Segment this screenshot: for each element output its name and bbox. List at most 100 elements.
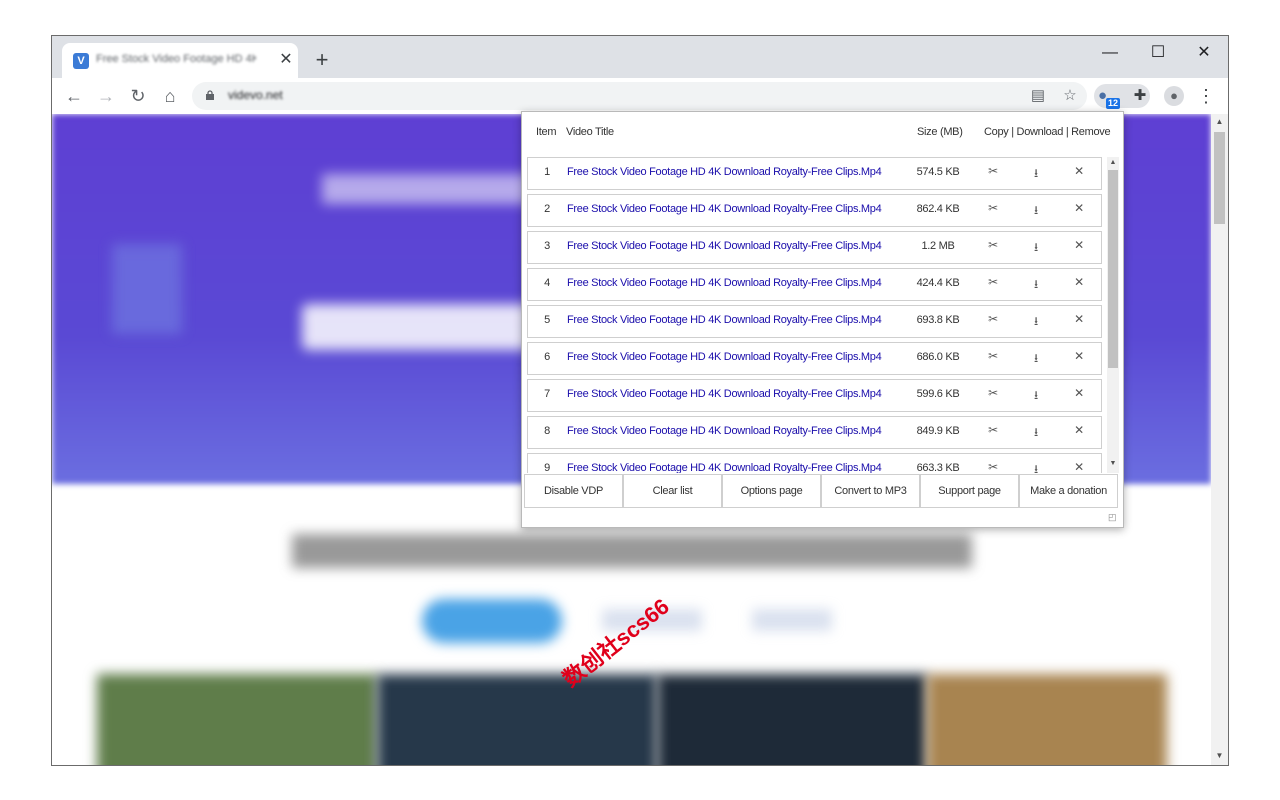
remove-x-icon[interactable]: ✕ <box>1069 164 1089 178</box>
copy-scissors-icon[interactable]: ✂ <box>983 201 1003 215</box>
row-number: 5 <box>544 314 550 326</box>
menu-kebab-icon[interactable]: ⋮ <box>1194 84 1218 108</box>
copy-scissors-icon[interactable]: ✂ <box>983 275 1003 289</box>
close-window-button[interactable]: ✕ <box>1184 41 1224 65</box>
minimize-button[interactable]: — <box>1090 41 1130 65</box>
video-row: 4 Free Stock Video Footage HD 4K Downloa… <box>527 268 1102 301</box>
remove-x-icon[interactable]: ✕ <box>1069 349 1089 363</box>
row-number: 1 <box>544 166 550 178</box>
remove-x-icon[interactable]: ✕ <box>1069 201 1089 215</box>
home-icon[interactable]: ⌂ <box>158 84 182 108</box>
new-tab-button[interactable]: + <box>310 49 334 73</box>
page-scrollbar[interactable]: ▲ ▼ <box>1211 114 1228 765</box>
video-title-link[interactable]: Free Stock Video Footage HD 4K Download … <box>567 277 882 289</box>
copy-scissors-icon[interactable]: ✂ <box>983 460 1003 473</box>
options-page-button[interactable]: Options page <box>722 474 821 508</box>
forward-arrow-icon[interactable]: → <box>94 84 118 108</box>
header-size: Size (MB) <box>917 126 963 138</box>
video-title-link[interactable]: Free Stock Video Footage HD 4K Download … <box>567 203 882 215</box>
lock-icon <box>206 90 214 100</box>
download-arrow-icon[interactable]: ⭳ <box>1026 238 1046 259</box>
list-scroll-thumb[interactable] <box>1108 170 1118 368</box>
download-arrow-icon[interactable]: ⭳ <box>1026 275 1046 296</box>
convert-to-mp3-button[interactable]: Convert to MP3 <box>821 474 920 508</box>
row-number: 6 <box>544 351 550 363</box>
scroll-down-icon[interactable]: ▼ <box>1214 751 1225 760</box>
remove-x-icon[interactable]: ✕ <box>1069 312 1089 326</box>
remove-x-icon[interactable]: ✕ <box>1069 275 1089 289</box>
thumbnail-blur-3 <box>657 674 927 765</box>
link-blur-2 <box>752 609 832 631</box>
header-item: Item <box>536 126 557 138</box>
header-actions: Copy | Download | Remove <box>984 126 1111 138</box>
row-number: 7 <box>544 388 550 400</box>
video-row: 8 Free Stock Video Footage HD 4K Downloa… <box>527 416 1102 449</box>
download-arrow-icon[interactable]: ⭳ <box>1026 349 1046 370</box>
list-scroll-up-icon[interactable]: ▲ <box>1107 159 1119 166</box>
tab-close-icon[interactable]: ✕ <box>276 50 296 70</box>
tab-title: Free Stock Video Footage HD 4K <box>96 53 256 65</box>
download-arrow-icon[interactable]: ⭳ <box>1026 423 1046 444</box>
reading-mode-icon[interactable]: ▤ <box>1026 84 1050 108</box>
copy-scissors-icon[interactable]: ✂ <box>983 312 1003 326</box>
list-scroll-down-icon[interactable]: ▼ <box>1107 460 1119 467</box>
video-title-link[interactable]: Free Stock Video Footage HD 4K Download … <box>567 425 882 437</box>
copy-scissors-icon[interactable]: ✂ <box>983 386 1003 400</box>
copy-scissors-icon[interactable]: ✂ <box>983 349 1003 363</box>
primary-button-blur <box>422 599 562 643</box>
copy-scissors-icon[interactable]: ✂ <box>983 423 1003 437</box>
video-downloader-popup: Item Video Title Size (MB) Copy | Downlo… <box>521 111 1124 528</box>
page-scroll-thumb[interactable] <box>1214 132 1225 224</box>
row-number: 4 <box>544 277 550 289</box>
video-title-link[interactable]: Free Stock Video Footage HD 4K Download … <box>567 462 882 473</box>
download-arrow-icon[interactable]: ⭳ <box>1026 460 1046 473</box>
video-row: 6 Free Stock Video Footage HD 4K Downloa… <box>527 342 1102 375</box>
extension-badge: 12 <box>1106 98 1121 109</box>
make-donation-button[interactable]: Make a donation <box>1019 474 1118 508</box>
row-size: 663.3 KB <box>916 462 960 473</box>
address-bar[interactable]: videvo.net <box>192 82 1087 110</box>
back-arrow-icon[interactable]: ← <box>62 84 86 108</box>
row-number: 8 <box>544 425 550 437</box>
browser-tab[interactable]: V Free Stock Video Footage HD 4K ✕ <box>62 43 298 78</box>
download-arrow-icon[interactable]: ⭳ <box>1026 164 1046 185</box>
download-arrow-icon[interactable]: ⭳ <box>1026 386 1046 407</box>
maximize-button[interactable]: ☐ <box>1138 41 1178 65</box>
video-list: 1 Free Stock Video Footage HD 4K Downloa… <box>526 157 1106 473</box>
row-size: 849.9 KB <box>916 425 960 437</box>
copy-scissors-icon[interactable]: ✂ <box>983 164 1003 178</box>
remove-x-icon[interactable]: ✕ <box>1069 460 1089 473</box>
remove-x-icon[interactable]: ✕ <box>1069 423 1089 437</box>
video-title-link[interactable]: Free Stock Video Footage HD 4K Download … <box>567 240 882 252</box>
download-arrow-icon[interactable]: ⭳ <box>1026 312 1046 333</box>
row-size: 686.0 KB <box>916 351 960 363</box>
video-title-link[interactable]: Free Stock Video Footage HD 4K Download … <box>567 166 882 178</box>
video-title-link[interactable]: Free Stock Video Footage HD 4K Download … <box>567 388 882 400</box>
scroll-up-icon[interactable]: ▲ <box>1214 117 1225 126</box>
row-size: 862.4 KB <box>916 203 960 215</box>
remove-x-icon[interactable]: ✕ <box>1069 386 1089 400</box>
bookmark-star-icon[interactable]: ☆ <box>1058 84 1082 108</box>
popup-button-bar: Disable VDP Clear list Options page Conv… <box>524 474 1121 508</box>
copy-scissors-icon[interactable]: ✂ <box>983 238 1003 252</box>
section-heading-blur <box>292 534 972 568</box>
extensions-puzzle-icon[interactable]: ✚ <box>1128 84 1152 108</box>
reload-icon[interactable]: ↻ <box>126 84 150 108</box>
video-title-link[interactable]: Free Stock Video Footage HD 4K Download … <box>567 351 882 363</box>
download-arrow-icon[interactable]: ⭳ <box>1026 201 1046 222</box>
video-title-link[interactable]: Free Stock Video Footage HD 4K Download … <box>567 314 882 326</box>
site-favicon-icon: V <box>73 53 89 69</box>
resize-handle-icon[interactable]: ◰ <box>1108 512 1117 522</box>
video-row: 2 Free Stock Video Footage HD 4K Downloa… <box>527 194 1102 227</box>
search-box-blur <box>302 304 542 350</box>
row-size: 599.6 KB <box>916 388 960 400</box>
video-row: 3 Free Stock Video Footage HD 4K Downloa… <box>527 231 1102 264</box>
clear-list-button[interactable]: Clear list <box>623 474 722 508</box>
remove-x-icon[interactable]: ✕ <box>1069 238 1089 252</box>
list-scrollbar[interactable]: ▲ ▼ <box>1107 157 1119 473</box>
video-row: 1 Free Stock Video Footage HD 4K Downloa… <box>527 157 1102 190</box>
row-number: 9 <box>544 462 550 473</box>
support-page-button[interactable]: Support page <box>920 474 1019 508</box>
profile-avatar-icon[interactable]: ● <box>1162 84 1186 108</box>
disable-vdp-button[interactable]: Disable VDP <box>524 474 623 508</box>
